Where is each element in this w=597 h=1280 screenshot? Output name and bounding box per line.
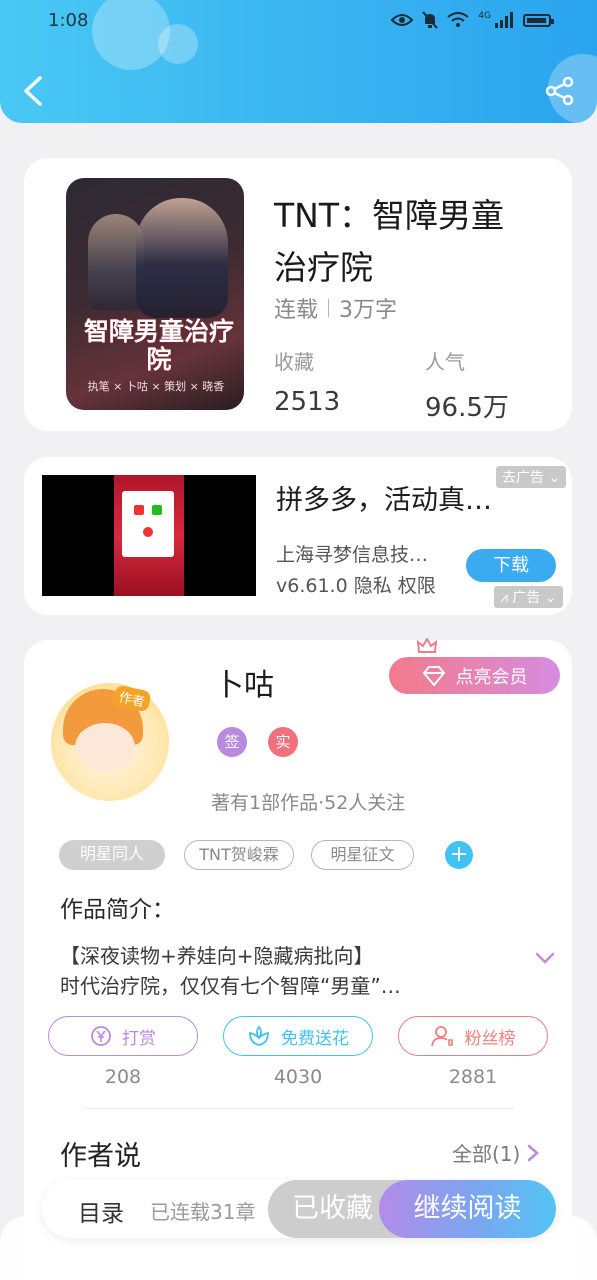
ad-download-button[interactable]: 下载 [466, 549, 556, 582]
ad-dialog-graphic [122, 491, 174, 557]
fans-ranking-button[interactable]: 粉丝榜 [398, 1016, 548, 1056]
signed-badge: 签 [217, 727, 247, 757]
eye-icon [391, 14, 414, 26]
fans-ranking-label: 粉丝榜 [464, 1028, 516, 1049]
author-summary: 著有1部作品·52人关注 [211, 792, 406, 814]
diamond-icon [422, 665, 445, 686]
ad-company: 上海寻梦信息技… [276, 544, 429, 566]
crown-icon [417, 638, 437, 653]
chapter-count[interactable]: 已连载31章 [150, 1196, 255, 1225]
signal-icon [495, 12, 513, 28]
decor-bubble [158, 24, 198, 64]
ad-logo-icon: ⩘ [500, 590, 513, 606]
intro-line-2: 时代治疗院，仅仅有七个智障“男童”… [60, 974, 401, 998]
book-cover[interactable]: 智障男童治疗院 执笔 × 卜咕 × 策划 × 晓香 [66, 178, 244, 410]
author-say-all-label: 全部(1) [452, 1142, 521, 1166]
chevron-left-icon [24, 76, 42, 106]
chevron-right-icon [528, 1144, 540, 1161]
send-flower-label: 免费送花 [281, 1028, 349, 1049]
battery-icon [523, 13, 554, 27]
popularity-value: 96.5万 [425, 393, 509, 423]
mute-bell-icon [422, 11, 439, 29]
catalog-button[interactable]: 目录 [78, 1194, 124, 1228]
ad-thumbnail[interactable] [42, 475, 256, 596]
book-word-count: 3万字 [339, 298, 398, 323]
bottom-action-bar: 目录 已连载31章 已收藏 继续阅读 [42, 1180, 556, 1238]
remove-ad-label: 去广告 [502, 470, 544, 486]
author-avatar[interactable] [51, 683, 169, 801]
chevron-down-icon [535, 952, 555, 964]
tag-chip[interactable]: 明星征文 [311, 840, 414, 870]
meta-divider [328, 299, 330, 317]
book-status: 连载 [274, 298, 319, 323]
tip-label: 打赏 [122, 1028, 156, 1049]
status-icons: 4G [391, 11, 554, 29]
ad-label-tag[interactable]: ⩘ 广告 ⌄ [494, 586, 563, 608]
remove-ad-button[interactable]: 去广告 ⌄ [496, 466, 567, 488]
cover-credits: 执笔 × 卜咕 × 策划 × 晓香 [87, 380, 225, 393]
popularity-label: 人气 [425, 350, 465, 374]
intro-line-1: 【深夜读物+养娃向+隐藏病批向】 [60, 944, 374, 968]
flower-count: 4030 [273, 1066, 323, 1088]
tag-chip[interactable]: 明星同人 [59, 840, 165, 870]
send-flower-button[interactable]: 免费送花 [223, 1016, 373, 1056]
chevron-down-icon: ⌄ [540, 590, 557, 606]
share-button[interactable] [545, 76, 575, 106]
verified-badge: 实 [268, 727, 298, 757]
cover-title: 智障男童治疗院 [84, 317, 235, 374]
ad-red-dot [134, 505, 144, 515]
ad-round-dot [143, 527, 153, 537]
flower-icon [249, 1025, 269, 1046]
avatar-face [75, 723, 135, 771]
favorites-label: 收藏 [274, 350, 314, 374]
top-header: 1:08 4G [0, 0, 597, 123]
chevron-down-icon: ⌄ [544, 470, 561, 486]
favorites-value: 2513 [274, 387, 341, 417]
status-time: 1:08 [48, 10, 89, 31]
book-meta: 连载 3万字 [274, 292, 397, 324]
share-icon [545, 76, 574, 106]
fans-count: 2881 [448, 1066, 498, 1088]
author-name[interactable]: 卜咕 [214, 660, 274, 704]
author-say-heading: 作者说 [60, 1141, 141, 1172]
back-button[interactable] [18, 74, 48, 108]
ad-version-info[interactable]: v6.61.0 隐私 权限 [276, 571, 436, 598]
add-tag-button[interactable]: + [445, 841, 473, 869]
network-type: 4G [478, 11, 491, 21]
tip-button[interactable]: 打赏 [48, 1016, 198, 1056]
continue-reading-button[interactable]: 继续阅读 [379, 1180, 556, 1238]
vip-member-label: 点亮会员 [455, 666, 528, 688]
vip-member-button[interactable]: 点亮会员 [389, 657, 560, 694]
ad-label: 广告 [512, 590, 541, 606]
tip-count: 208 [104, 1066, 142, 1088]
intro-heading: 作品简介： [60, 897, 175, 923]
book-title: TNT：智障男童治疗院 [274, 196, 505, 287]
ad-phone-graphic [114, 475, 184, 596]
section-divider [84, 1108, 514, 1109]
author-say-all-link[interactable]: 全部(1) [452, 1138, 540, 1167]
cover-figure [136, 198, 228, 318]
expand-intro-button[interactable] [534, 950, 556, 966]
decor-bubble [92, 0, 170, 70]
wifi-icon [447, 12, 469, 27]
ad-green-dot [152, 505, 162, 515]
fans-ranking-icon [430, 1026, 453, 1047]
tag-chip[interactable]: TNT贺峻霖 [184, 840, 294, 870]
yen-coin-icon [91, 1026, 111, 1046]
